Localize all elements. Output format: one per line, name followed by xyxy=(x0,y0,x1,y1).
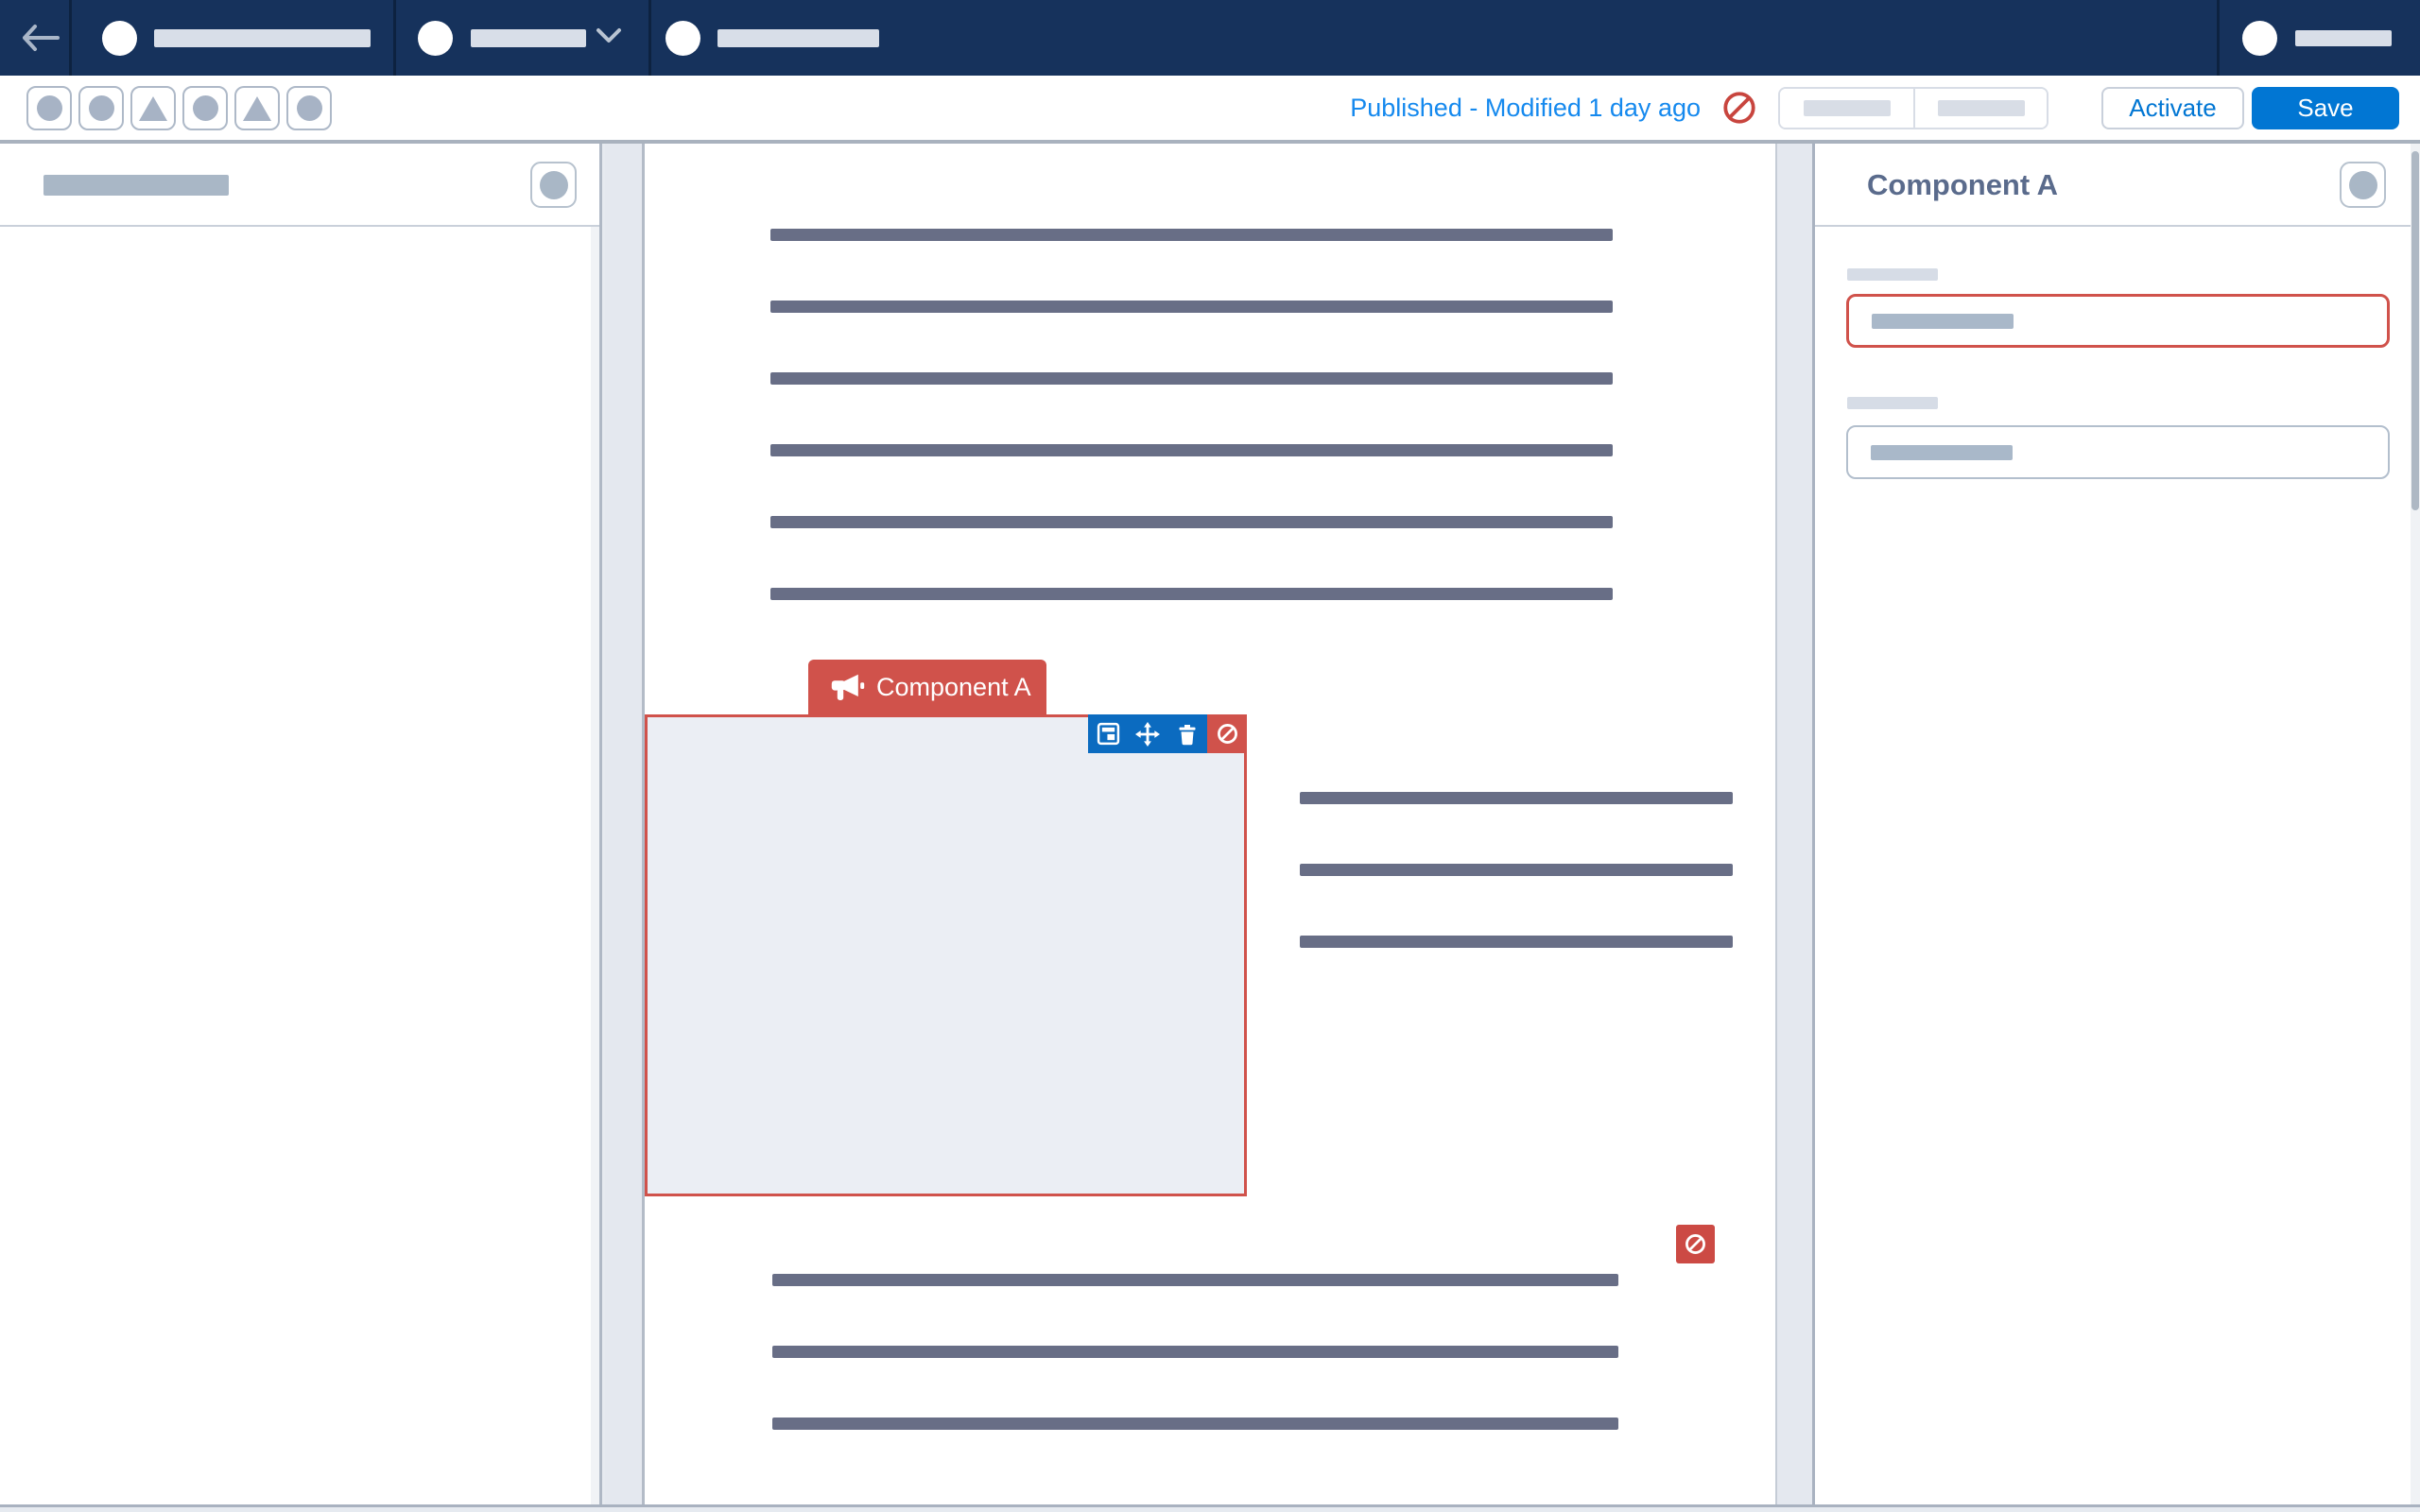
circle-icon xyxy=(37,95,62,121)
back-button[interactable] xyxy=(17,15,64,60)
gutter-right xyxy=(1775,144,1815,1504)
skeleton-line xyxy=(772,1418,1618,1430)
toolbar-actions: Published - Modified 1 day ago Activate … xyxy=(1350,76,2399,140)
ban-icon xyxy=(1684,1232,1707,1256)
component-icon xyxy=(1097,722,1120,746)
nav-text-placeholder xyxy=(154,29,371,47)
circle-icon xyxy=(540,171,568,199)
activate-button[interactable]: Activate xyxy=(2101,87,2244,129)
canvas-error-button[interactable] xyxy=(1676,1225,1715,1263)
circle-placeholder-button[interactable] xyxy=(78,86,124,130)
page-canvas: Component A xyxy=(645,144,1775,1504)
nav-text-placeholder xyxy=(717,29,879,47)
triangle-icon xyxy=(139,96,167,121)
component-move-button[interactable] xyxy=(1128,714,1167,753)
field-value-placeholder xyxy=(1872,314,2014,329)
button-label-placeholder xyxy=(1804,100,1891,116)
delete-icon xyxy=(1176,723,1199,746)
skeleton-line xyxy=(770,444,1613,456)
left-panel-header xyxy=(0,144,599,227)
avatar-placeholder xyxy=(418,21,453,56)
user-avatar xyxy=(2242,21,2277,56)
announcement-icon xyxy=(827,668,865,706)
skeleton-line xyxy=(1300,936,1733,948)
avatar-placeholder xyxy=(102,21,137,56)
top-nav-bar xyxy=(0,0,2420,76)
save-button[interactable]: Save xyxy=(2252,87,2399,129)
gutter-left xyxy=(605,144,645,1504)
chevron-down-icon xyxy=(596,26,622,45)
disabled-button-group xyxy=(1778,87,2048,129)
skeleton-line xyxy=(1300,792,1733,804)
content-bottom-border xyxy=(0,1504,2420,1507)
nav-divider xyxy=(2217,0,2220,76)
publish-status-text: Published - Modified 1 day ago xyxy=(1350,94,1701,123)
skeleton-line xyxy=(772,1346,1618,1358)
skeleton-line xyxy=(770,588,1613,600)
nav-divider xyxy=(393,0,396,76)
component-properties-button[interactable] xyxy=(1088,714,1128,753)
circle-placeholder-button[interactable] xyxy=(182,86,228,130)
triangle-placeholder-button[interactable] xyxy=(234,86,280,130)
left-panel-scrollbar[interactable] xyxy=(591,227,599,1504)
panel-title-placeholder xyxy=(43,175,229,196)
circle-placeholder-button[interactable] xyxy=(286,86,332,130)
triangle-placeholder-button[interactable] xyxy=(130,86,176,130)
properties-panel-collapse-button[interactable] xyxy=(2340,162,2386,208)
builder-toolbar: Published - Modified 1 day ago Activate … xyxy=(0,76,2420,144)
builder-content: Component A xyxy=(0,144,2420,1512)
ban-icon xyxy=(1721,90,1757,126)
circle-icon xyxy=(2349,171,2377,199)
arrow-left-icon xyxy=(20,23,61,53)
triangle-icon xyxy=(243,96,271,121)
circle-icon xyxy=(193,95,218,121)
skeleton-line xyxy=(1300,864,1733,876)
property-input[interactable] xyxy=(1846,425,2390,479)
skeleton-line xyxy=(770,372,1613,385)
skeleton-line xyxy=(770,229,1613,241)
field-label-placeholder xyxy=(1847,268,1938,281)
component-action-toolbar xyxy=(1088,714,1247,753)
scrollbar-thumb[interactable] xyxy=(2411,151,2419,510)
toolbar-icon-group xyxy=(26,86,332,130)
selected-component-label: Component A xyxy=(808,660,1046,714)
ban-icon xyxy=(1216,722,1239,746)
left-sidebar-panel xyxy=(0,144,602,1504)
left-panel-collapse-button[interactable] xyxy=(530,162,577,208)
skeleton-line xyxy=(770,301,1613,313)
selected-component[interactable] xyxy=(645,714,1247,1196)
circle-icon xyxy=(297,95,322,121)
canvas-text-skeleton-bottom xyxy=(772,1274,1618,1430)
move-icon xyxy=(1135,722,1160,747)
circle-placeholder-button[interactable] xyxy=(26,86,72,130)
properties-panel-title: Component A xyxy=(1867,168,2058,202)
skeleton-line xyxy=(770,516,1613,528)
properties-panel: Component A xyxy=(1815,144,2420,1504)
component-delete-button[interactable] xyxy=(1167,714,1207,753)
disabled-button-2[interactable] xyxy=(1913,89,2047,128)
disabled-button-1[interactable] xyxy=(1780,89,1913,128)
properties-panel-header: Component A xyxy=(1815,144,2420,227)
skeleton-line xyxy=(772,1274,1618,1286)
field-value-placeholder xyxy=(1871,445,2013,460)
button-label-placeholder xyxy=(1938,100,2025,116)
user-name-placeholder xyxy=(2295,30,2392,46)
right-panel-scrollbar[interactable] xyxy=(2411,144,2420,1504)
component-label-text: Component A xyxy=(876,673,1031,702)
property-input-error[interactable] xyxy=(1846,294,2390,348)
canvas-text-skeleton-top xyxy=(770,229,1613,600)
circle-icon xyxy=(89,95,114,121)
avatar-placeholder xyxy=(666,21,700,56)
app-builder-window: Published - Modified 1 day ago Activate … xyxy=(0,0,2420,1512)
field-label-placeholder xyxy=(1847,397,1938,409)
nav-text-placeholder xyxy=(471,29,586,47)
canvas-text-skeleton-side xyxy=(1300,792,1733,948)
nav-divider xyxy=(648,0,651,76)
properties-panel-body xyxy=(1815,227,2420,1504)
component-error-button[interactable] xyxy=(1207,714,1247,753)
nav-divider xyxy=(69,0,72,76)
